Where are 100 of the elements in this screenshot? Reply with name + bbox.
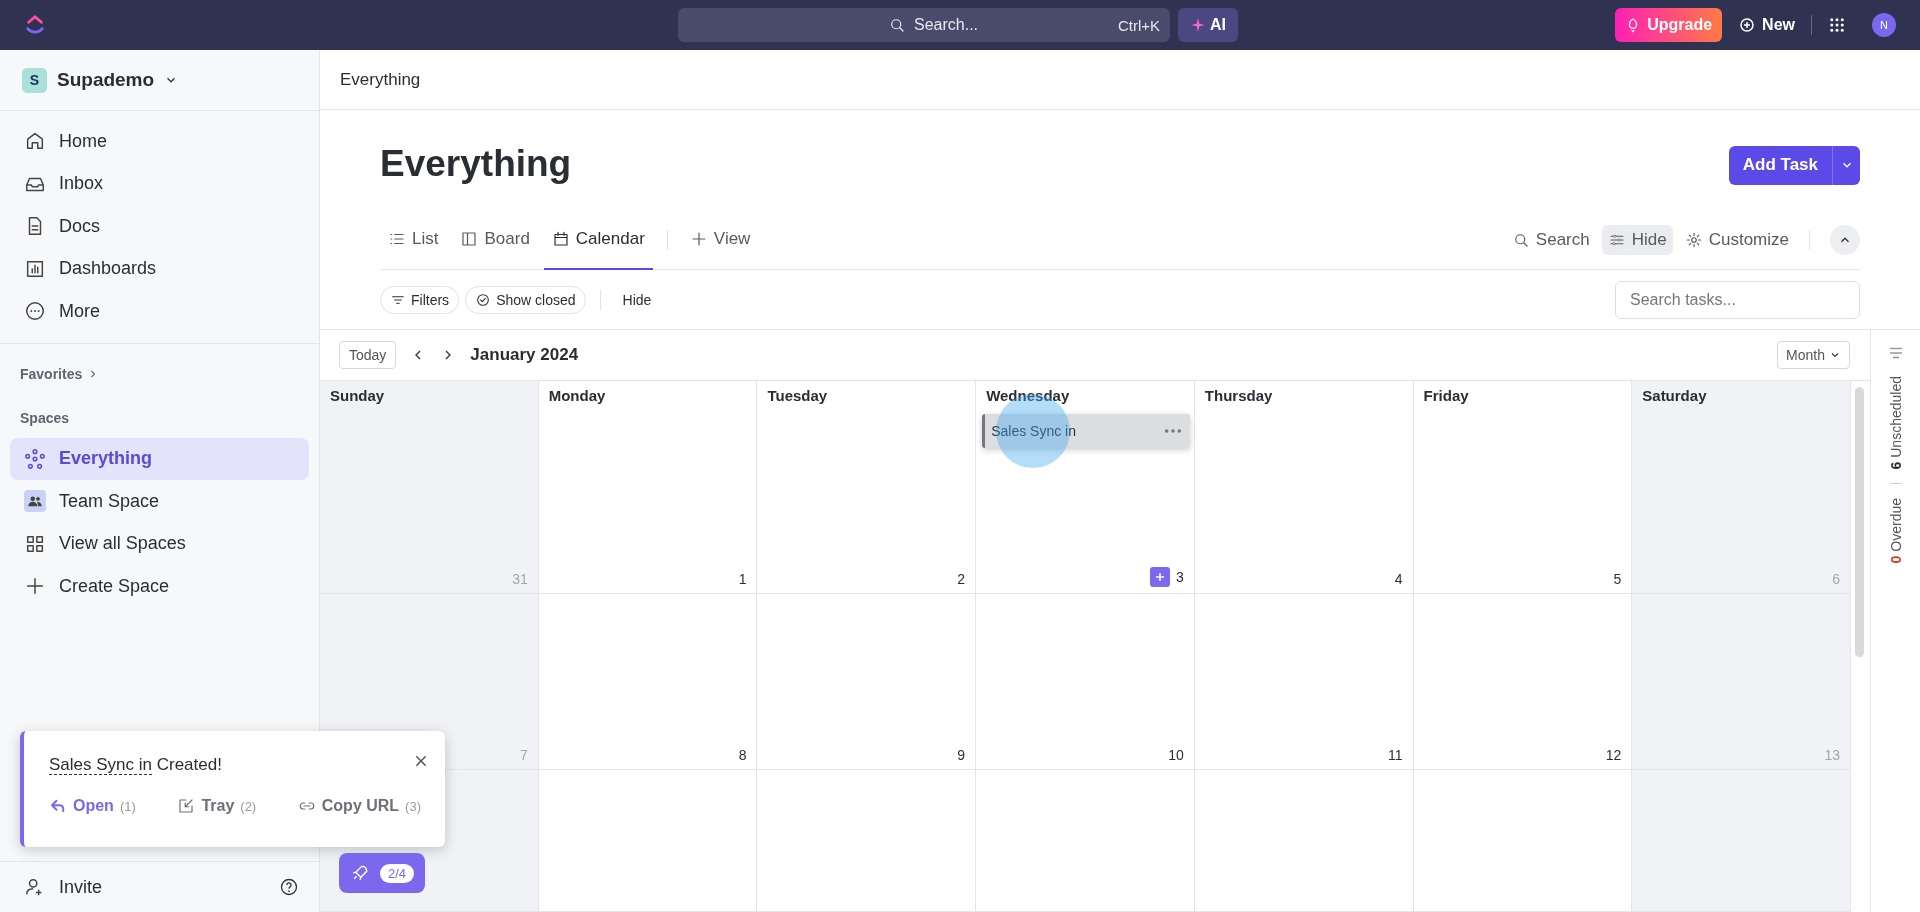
toast-action[interactable]: Copy URL (3) xyxy=(297,797,421,815)
toolbar-button[interactable]: Hide xyxy=(1601,225,1673,255)
day-number: 1 xyxy=(738,571,747,587)
day-number: 5 xyxy=(1613,571,1622,587)
new-button[interactable]: New xyxy=(1738,16,1795,34)
nav-item[interactable]: Docs xyxy=(10,205,309,248)
tray-icon xyxy=(177,797,196,815)
day-cell[interactable]: Saturday 6 xyxy=(1632,381,1851,594)
ai-button[interactable]: AI xyxy=(1178,8,1238,42)
day-cell[interactable] xyxy=(976,770,1195,912)
day-cell[interactable] xyxy=(538,770,758,912)
day-cell[interactable] xyxy=(1194,770,1414,912)
add-view-button[interactable]: View xyxy=(681,210,759,270)
weekday-header: Thursday xyxy=(1204,387,1274,404)
nav-item[interactable]: Inbox xyxy=(10,162,309,205)
weekday-header: Tuesday xyxy=(767,387,829,404)
people-icon xyxy=(24,490,46,513)
nodes-icon xyxy=(24,447,46,470)
nav-item[interactable]: More xyxy=(10,290,309,333)
day-cell[interactable] xyxy=(1632,770,1851,912)
toolbar-button[interactable]: Search xyxy=(1505,225,1596,255)
scrollbar[interactable] xyxy=(1855,387,1864,657)
view-tab[interactable]: Board xyxy=(452,210,538,270)
nav-item[interactable]: Dashboards xyxy=(10,247,309,290)
day-cell[interactable]: Sunday 31 xyxy=(320,381,539,594)
toast-action[interactable]: Open (1) xyxy=(49,797,136,815)
sparkle-icon xyxy=(1190,17,1206,33)
space-item[interactable]: Team Space xyxy=(10,480,309,523)
breadcrumb[interactable]: Everything xyxy=(320,50,1920,110)
space-item[interactable]: View all Spaces xyxy=(10,522,309,565)
shortcut-hint: Ctrl+K xyxy=(1117,16,1160,34)
help-icon[interactable] xyxy=(279,877,299,897)
task-link[interactable]: Sales Sync in xyxy=(49,755,152,775)
day-number: 4 xyxy=(1394,571,1403,587)
settings-icon xyxy=(1684,231,1703,249)
toolbar-button[interactable]: Customize xyxy=(1678,225,1795,255)
toast-action[interactable]: Tray (2) xyxy=(177,797,257,815)
section-label[interactable]: Favorites xyxy=(20,365,83,382)
day-cell[interactable]: 9 xyxy=(757,594,977,770)
view-mode-dropdown[interactable]: Month xyxy=(1777,341,1850,369)
day-number: 2 xyxy=(957,571,966,587)
weekday-header: Sunday xyxy=(330,387,386,404)
space-item[interactable]: Create Space xyxy=(10,565,309,608)
calendar-icon xyxy=(551,230,570,248)
day-cell[interactable] xyxy=(757,770,977,912)
check-circle-icon xyxy=(475,291,492,308)
add-task-menu-button[interactable] xyxy=(1832,145,1860,185)
workspace-name[interactable]: Supademo xyxy=(57,69,155,91)
day-cell[interactable]: 8 xyxy=(538,594,758,770)
day-number: 8 xyxy=(738,747,747,763)
section-label: Spaces xyxy=(19,408,71,428)
more-icon xyxy=(24,300,46,323)
logo-icon[interactable] xyxy=(24,14,46,36)
hide-button[interactable]: Hide xyxy=(614,291,660,308)
count-label[interactable]: 6 Unscheduled xyxy=(1887,376,1904,470)
day-number: 6 xyxy=(1832,571,1840,587)
search-icon xyxy=(888,16,906,34)
day-number: 3 xyxy=(1176,569,1184,585)
plus-circle-icon xyxy=(1738,16,1757,34)
add-task-button[interactable] xyxy=(1150,567,1171,587)
day-cell[interactable]: 11 xyxy=(1194,594,1414,770)
reply-arrow-icon xyxy=(49,797,67,815)
day-cell[interactable]: 10 xyxy=(976,594,1195,770)
view-tab[interactable]: Calendar xyxy=(543,210,653,270)
weekday-header: Monday xyxy=(548,387,607,404)
apps-grid-icon[interactable] xyxy=(1828,16,1846,34)
collapse-button[interactable] xyxy=(1830,225,1860,255)
today-button[interactable]: Today xyxy=(339,341,397,369)
search-tasks-field[interactable]: Search tasks... xyxy=(1615,280,1860,319)
day-number: 12 xyxy=(1605,747,1622,763)
day-number: 31 xyxy=(512,571,528,587)
count-label[interactable]: 0 Overdue xyxy=(1887,498,1904,564)
weekday-header: Wednesday xyxy=(986,387,1071,404)
user-avatar[interactable]: N xyxy=(1872,13,1896,37)
board-icon xyxy=(460,230,479,248)
count-number: 6 xyxy=(1887,461,1904,470)
day-cell[interactable] xyxy=(1413,770,1633,912)
more-dots-icon[interactable] xyxy=(1163,428,1182,434)
month-label: January 2024 xyxy=(470,345,579,365)
weekday-header: Saturday xyxy=(1642,387,1708,404)
day-cell[interactable]: Thursday 4 xyxy=(1194,381,1414,594)
page-title: Everything xyxy=(380,143,572,185)
day-cell[interactable]: Friday 5 xyxy=(1413,381,1633,594)
day-number: 11 xyxy=(1388,747,1403,763)
view-tab[interactable]: List xyxy=(380,210,447,270)
close-icon xyxy=(413,753,429,769)
invite-link[interactable]: Invite xyxy=(10,865,117,909)
space-item[interactable]: Everything xyxy=(10,437,309,480)
day-number: 9 xyxy=(957,747,966,763)
search-field[interactable]: Search... Ctrl+K xyxy=(678,8,1170,42)
count-number: 0 xyxy=(1887,556,1904,564)
day-number: 13 xyxy=(1824,747,1840,763)
search-placeholder: Search... xyxy=(914,16,980,34)
day-cell[interactable]: 12 xyxy=(1413,594,1633,770)
add-task-button[interactable]: Add Task xyxy=(1728,145,1832,185)
progress-button[interactable]: 2/4 xyxy=(339,853,425,893)
day-cell[interactable]: Tuesday 2 xyxy=(757,381,977,594)
day-number: 10 xyxy=(1168,747,1184,763)
day-cell[interactable]: Monday 1 xyxy=(538,381,758,594)
nav-item[interactable]: Home xyxy=(10,120,309,163)
